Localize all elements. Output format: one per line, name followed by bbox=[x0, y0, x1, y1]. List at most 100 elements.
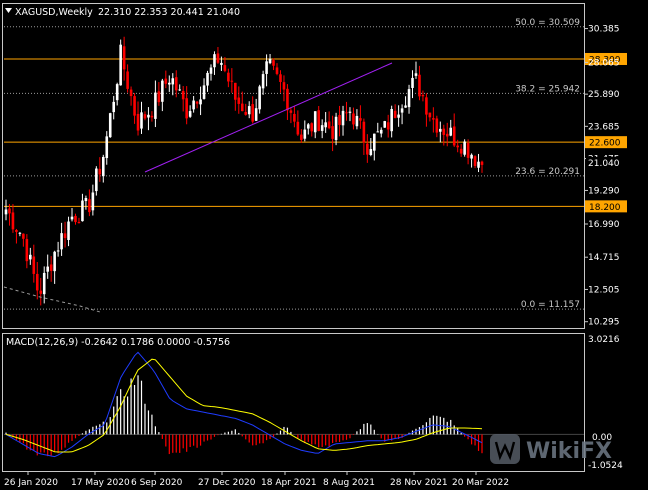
time-tick-label: 28 Nov 2021 bbox=[390, 478, 448, 488]
candle-bull bbox=[167, 82, 171, 85]
price-tick-label: 28.065 bbox=[588, 58, 620, 68]
candle-bull bbox=[192, 100, 195, 110]
candle-bull bbox=[108, 113, 112, 138]
candle-bear bbox=[425, 97, 428, 115]
candle-bear bbox=[293, 113, 296, 122]
chart-header: XAGUSD,Weekly 22.310 22.353 20.441 21.04… bbox=[5, 7, 240, 18]
candle-bull bbox=[101, 156, 105, 177]
candle-bull bbox=[306, 124, 310, 129]
price-tick-label: 23.685 bbox=[588, 122, 620, 132]
candle-bear bbox=[428, 112, 432, 118]
candle-bear bbox=[195, 101, 199, 104]
candle-bear bbox=[393, 110, 397, 118]
candle-bear bbox=[216, 53, 220, 63]
candle-bull bbox=[261, 74, 265, 89]
candle-bear bbox=[8, 208, 11, 214]
candle-bull bbox=[258, 86, 261, 110]
candle-bear bbox=[452, 126, 456, 146]
candle-bull bbox=[42, 272, 46, 295]
candle-bull bbox=[397, 114, 400, 118]
time-tick-label: 17 May 2020 bbox=[71, 478, 130, 488]
candle-bull bbox=[247, 106, 251, 115]
candle-bear bbox=[282, 82, 286, 90]
fib-level-label: 50.0 = 30.509 bbox=[515, 18, 580, 28]
candle-bear bbox=[244, 111, 248, 115]
candle-bear bbox=[39, 290, 43, 294]
candle-bull bbox=[383, 121, 387, 128]
candle-bear bbox=[136, 113, 140, 131]
candle-bull bbox=[265, 61, 268, 74]
candle-bear bbox=[352, 113, 355, 125]
candle-bull bbox=[70, 216, 74, 220]
candle-bull bbox=[147, 114, 150, 118]
candle-bull bbox=[119, 44, 122, 86]
current-price-marker: 21.040 bbox=[586, 157, 626, 169]
candle-bull bbox=[470, 154, 473, 159]
candle-bear bbox=[473, 156, 477, 166]
fib-level-label: 38.2 = 25.942 bbox=[515, 84, 580, 94]
candle-bull bbox=[369, 149, 373, 155]
wikifx-watermark: WikiFX bbox=[490, 434, 612, 464]
level-price-label: 18.200 bbox=[589, 203, 621, 213]
candle-bear bbox=[435, 118, 439, 133]
candle-bear bbox=[456, 145, 459, 148]
candle-bull bbox=[254, 108, 258, 121]
candle-bull bbox=[84, 197, 88, 202]
chart-background bbox=[0, 0, 648, 490]
candle-bear bbox=[25, 239, 29, 262]
candle-bull bbox=[355, 115, 359, 127]
candle-bear bbox=[366, 143, 369, 155]
candle-bull bbox=[46, 266, 49, 272]
candle-bear bbox=[49, 264, 53, 271]
candle-bull bbox=[199, 99, 202, 105]
candle-bear bbox=[386, 122, 390, 130]
macd-scale-top: 3.0216 bbox=[588, 335, 620, 345]
fib-level-label: 0.0 = 11.157 bbox=[521, 300, 580, 310]
candle-bear bbox=[234, 82, 237, 100]
candle-bear bbox=[279, 74, 282, 82]
candle-bear bbox=[157, 91, 161, 103]
candle-bull bbox=[105, 136, 109, 159]
candle-bear bbox=[35, 273, 39, 291]
candle-bull bbox=[4, 209, 8, 215]
candle-bear bbox=[133, 96, 136, 116]
candle-bear bbox=[237, 97, 241, 104]
price-chart[interactable]: 50.0 = 30.509 38.2 = 25.942 23.6 = 20.291 0… bbox=[0, 0, 648, 490]
candle-bear bbox=[15, 229, 18, 232]
candle-bear bbox=[129, 89, 133, 97]
candle-bear bbox=[310, 123, 314, 132]
candle-bull bbox=[400, 108, 404, 113]
price-tick-label: 12.505 bbox=[588, 285, 620, 295]
candle-bull bbox=[161, 80, 164, 102]
candle-bull bbox=[112, 101, 116, 113]
candle-bull bbox=[414, 73, 418, 76]
candle-bull bbox=[95, 168, 98, 192]
candle-bull bbox=[334, 116, 338, 141]
candle-bear bbox=[174, 77, 178, 91]
candle-bear bbox=[275, 67, 279, 74]
candle-bull bbox=[29, 254, 32, 260]
candle-bear bbox=[317, 110, 321, 131]
candle-bear bbox=[289, 110, 293, 113]
candle-bear bbox=[63, 233, 67, 239]
candle-bull bbox=[154, 92, 157, 119]
candle-bull bbox=[439, 128, 442, 132]
candle-bear bbox=[185, 98, 188, 119]
candle-bull bbox=[213, 54, 216, 68]
candle-bear bbox=[272, 60, 275, 66]
candle-bull bbox=[313, 111, 317, 133]
candle-bull bbox=[140, 112, 143, 129]
candle-bull bbox=[341, 110, 345, 126]
candle-bear bbox=[466, 142, 470, 158]
watermark-text: WikiFX bbox=[526, 439, 612, 464]
candle-bear bbox=[126, 71, 129, 89]
candle-bull bbox=[320, 125, 324, 131]
candle-bear bbox=[227, 72, 230, 82]
candle-bear bbox=[418, 74, 421, 97]
price-tick-label: 30.385 bbox=[588, 25, 620, 35]
candle-bear bbox=[362, 121, 366, 143]
price-tick-label: 25.890 bbox=[588, 90, 620, 100]
candle-bull bbox=[303, 129, 307, 139]
candle-bear bbox=[22, 233, 25, 239]
price-tick-label: 16.990 bbox=[588, 220, 620, 230]
